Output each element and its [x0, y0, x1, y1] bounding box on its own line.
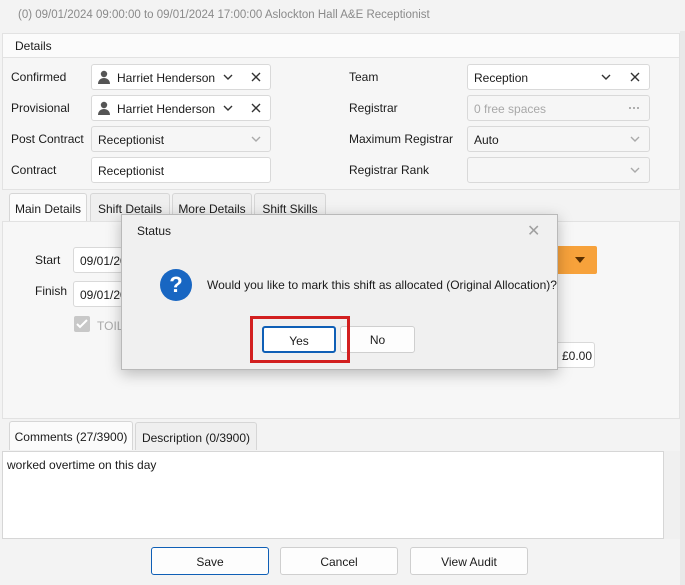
more-icon[interactable]: [628, 102, 640, 114]
tab-description[interactable]: Description (0/3900): [135, 422, 257, 450]
toil-checkbox[interactable]: [74, 316, 90, 332]
amount-field[interactable]: £0.00: [555, 342, 595, 368]
chevron-down-icon[interactable]: [222, 102, 234, 114]
team-label: Team: [349, 70, 379, 84]
person-icon: [98, 101, 110, 115]
max-registrar-label: Maximum Registrar: [349, 132, 454, 146]
clear-icon[interactable]: [629, 71, 641, 83]
registrar-field[interactable]: 0 free spaces: [467, 95, 650, 121]
comments-scrollbar[interactable]: [664, 451, 680, 539]
chevron-down-icon[interactable]: [222, 71, 234, 83]
finish-label: Finish: [35, 284, 68, 298]
finish-date-value: 09/01/20: [80, 288, 127, 302]
toil-label: TOIL: [97, 319, 124, 333]
start-label: Start: [35, 253, 61, 267]
team-value: Reception: [474, 71, 529, 85]
tab-main-details[interactable]: Main Details: [9, 193, 87, 222]
view-audit-button[interactable]: View Audit: [410, 547, 528, 575]
cancel-button[interactable]: Cancel: [280, 547, 398, 575]
provisional-field[interactable]: Harriet Henderson: [91, 95, 271, 121]
window-scrollbar[interactable]: [680, 31, 685, 585]
finish-date-field[interactable]: 09/01/20: [73, 281, 127, 307]
check-icon: [76, 319, 88, 329]
amount-value: £0.00: [562, 349, 593, 363]
start-date-value: 09/01/20: [80, 254, 127, 268]
dialog-title: Status: [137, 224, 172, 238]
max-registrar-value: Auto: [474, 133, 499, 147]
provisional-value: Harriet Henderson: [117, 102, 216, 116]
post-contract-value: Receptionist: [98, 133, 165, 147]
close-icon[interactable]: ✕: [527, 221, 540, 241]
contract-value: Receptionist: [98, 164, 165, 178]
details-section-header[interactable]: Details: [2, 33, 680, 58]
contract-field[interactable]: Receptionist: [91, 157, 271, 183]
registrar-placeholder: 0 free spaces: [474, 102, 547, 116]
dropdown-button[interactable]: [555, 246, 597, 274]
comments-textarea[interactable]: worked overtime on this day: [2, 451, 664, 539]
post-contract-label: Post Contract: [11, 132, 84, 146]
chevron-down-icon[interactable]: [629, 164, 641, 176]
details-header-label: Details: [15, 39, 52, 53]
save-button[interactable]: Save: [151, 547, 269, 575]
team-field[interactable]: Reception: [467, 64, 650, 90]
post-contract-field[interactable]: Receptionist: [91, 126, 271, 152]
chevron-down-icon[interactable]: [600, 71, 612, 83]
provisional-label: Provisional: [11, 101, 70, 115]
confirmed-field[interactable]: Harriet Henderson: [91, 64, 271, 90]
no-button[interactable]: No: [340, 326, 415, 353]
yes-highlight-box: [250, 316, 350, 363]
comment-tabs: Comments (27/3900) Description (0/3900): [0, 421, 685, 451]
chevron-down-icon[interactable]: [250, 133, 262, 145]
comments-text: worked overtime on this day: [7, 458, 157, 472]
dialog-message: Would you like to mark this shift as all…: [207, 278, 557, 292]
start-date-field[interactable]: 09/01/20: [73, 247, 127, 273]
chevron-down-icon[interactable]: [629, 133, 641, 145]
registrar-rank-label: Registrar Rank: [349, 163, 430, 177]
contract-label: Contract: [11, 163, 57, 177]
window-title: (0) 09/01/2024 09:00:00 to 09/01/2024 17…: [18, 9, 430, 21]
person-icon: [98, 70, 110, 84]
registrar-rank-field[interactable]: [467, 157, 650, 183]
registrar-label: Registrar: [349, 101, 398, 115]
clear-icon[interactable]: [250, 102, 262, 114]
confirmed-label: Confirmed: [11, 70, 67, 84]
confirmed-value: Harriet Henderson: [117, 71, 216, 85]
caret-down-icon: [575, 257, 585, 263]
tab-comments[interactable]: Comments (27/3900): [9, 421, 133, 450]
max-registrar-field[interactable]: Auto: [467, 126, 650, 152]
clear-icon[interactable]: [250, 71, 262, 83]
window-title-bar: (0) 09/01/2024 09:00:00 to 09/01/2024 17…: [0, 0, 685, 31]
question-icon: ?: [160, 269, 192, 301]
